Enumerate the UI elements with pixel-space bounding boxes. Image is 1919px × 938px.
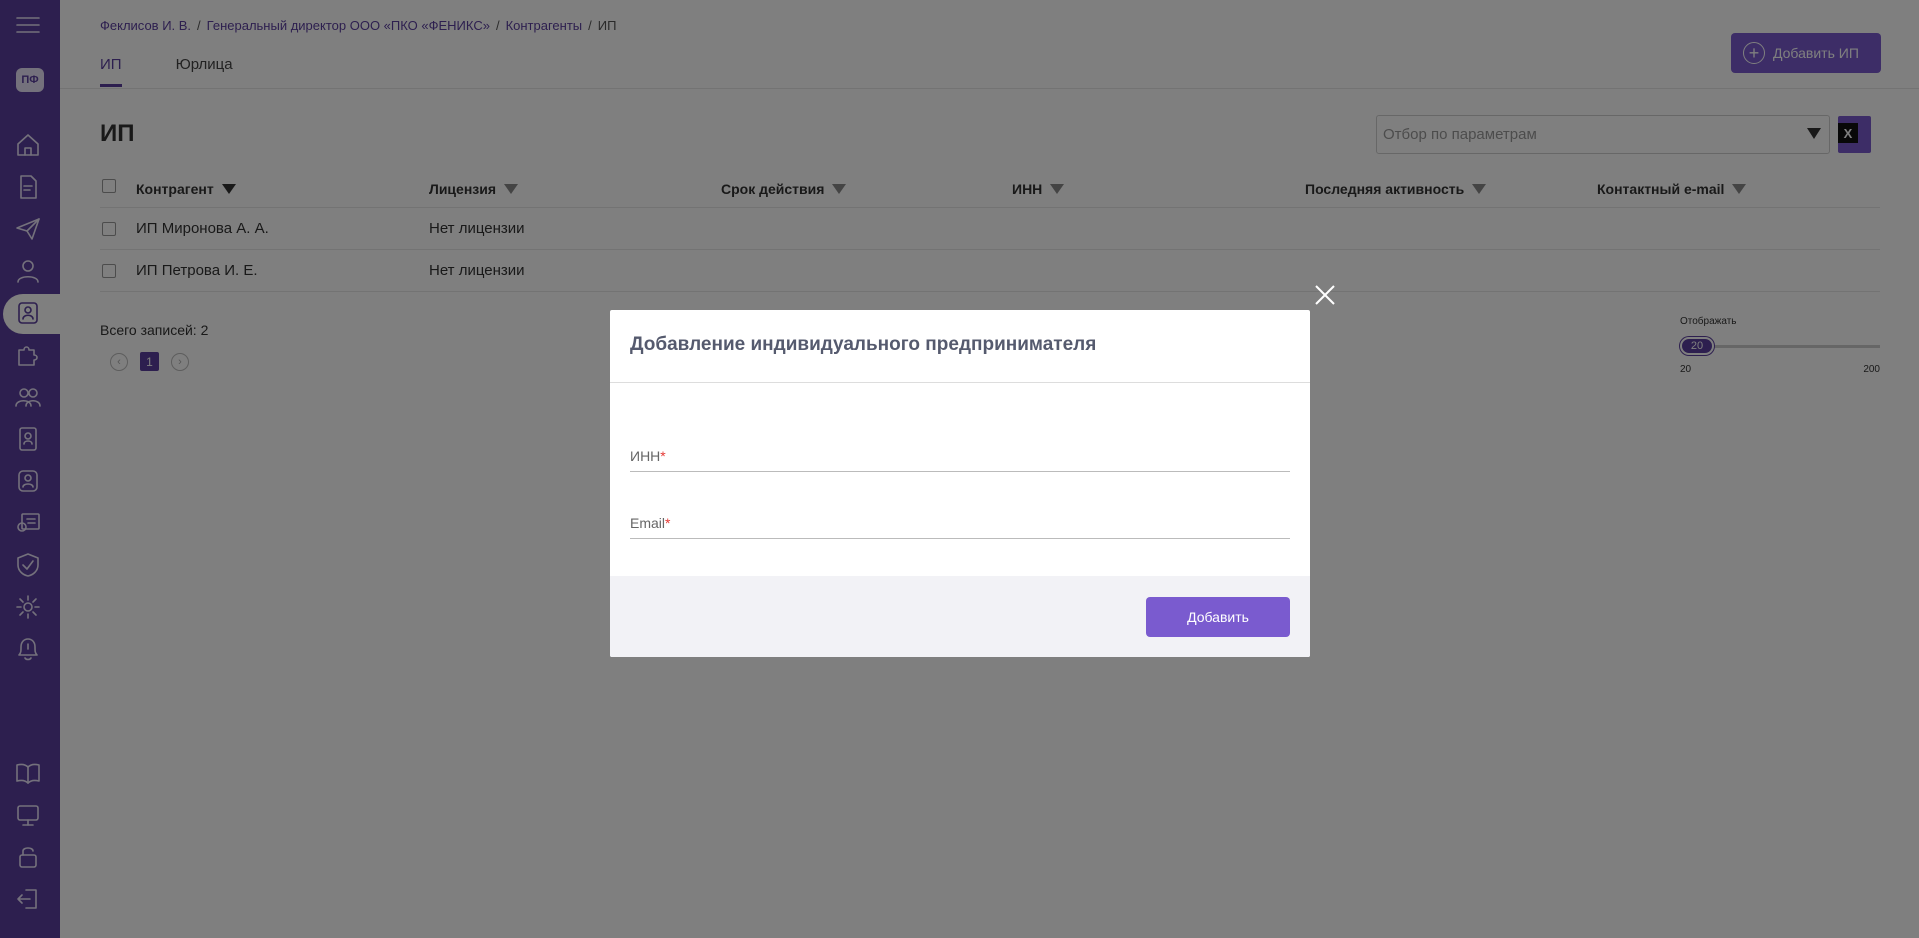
- add-ip-dialog: Добавление индивидуального предпринимате…: [610, 310, 1310, 657]
- email-input[interactable]: [630, 509, 1290, 538]
- submit-add-button[interactable]: Добавить: [1146, 597, 1290, 637]
- dialog-footer: Добавить: [610, 576, 1310, 657]
- inn-input[interactable]: [630, 442, 1290, 471]
- close-icon[interactable]: [1312, 282, 1338, 308]
- inn-field[interactable]: ИНН*: [630, 442, 1290, 472]
- dialog-divider: [610, 382, 1310, 383]
- dialog-title: Добавление индивидуального предпринимате…: [630, 334, 1097, 355]
- email-field[interactable]: Email*: [630, 509, 1290, 539]
